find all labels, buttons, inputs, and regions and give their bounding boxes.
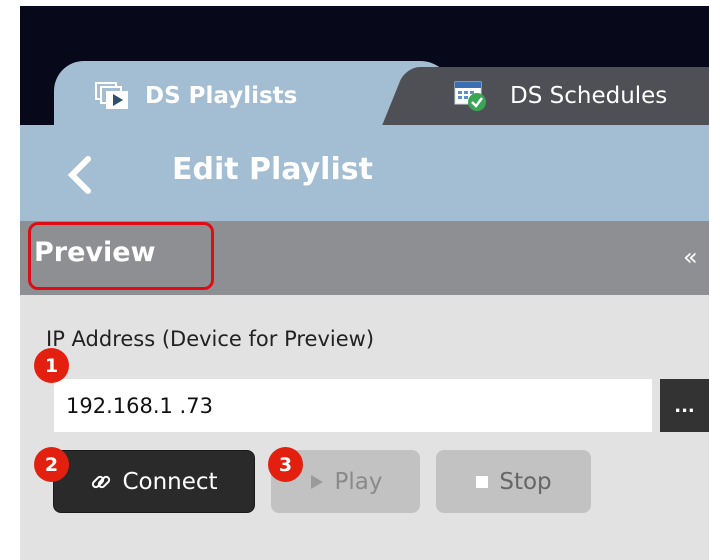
- page-header: Edit Playlist: [20, 125, 709, 221]
- stop-label: Stop: [499, 468, 552, 495]
- browse-device-button[interactable]: ...: [660, 379, 709, 432]
- play-label: Play: [334, 468, 383, 495]
- tab-label: DS Playlists: [145, 83, 298, 109]
- ip-address-label: IP Address (Device for Preview): [46, 327, 375, 351]
- ip-address-input[interactable]: [54, 379, 652, 432]
- annotation-badge-2: 2: [34, 447, 69, 482]
- annotation-badge-1: 1: [34, 348, 69, 383]
- connect-label: Connect: [122, 468, 218, 495]
- stop-button[interactable]: Stop: [436, 450, 591, 513]
- annotation-badge-3: 3: [268, 447, 303, 482]
- tab-bar: DS Playlists DS Schedules: [20, 61, 709, 125]
- app-window: DS Playlists DS Schedules Edit Playlist: [20, 6, 709, 560]
- calendar-check-icon: [453, 79, 489, 117]
- highlight-annotation: [28, 222, 214, 290]
- connect-button[interactable]: Connect: [53, 450, 255, 513]
- chevron-left-icon[interactable]: [62, 155, 96, 199]
- link-icon: [92, 475, 111, 488]
- preview-panel: IP Address (Device for Preview) ... Conn…: [20, 295, 709, 560]
- stop-icon: [476, 475, 489, 488]
- playlist-icon: [94, 81, 132, 115]
- page-title: Edit Playlist: [172, 152, 373, 187]
- collapse-icon[interactable]: «: [683, 243, 698, 271]
- tab-label: DS Schedules: [510, 83, 668, 109]
- play-icon: [310, 474, 323, 489]
